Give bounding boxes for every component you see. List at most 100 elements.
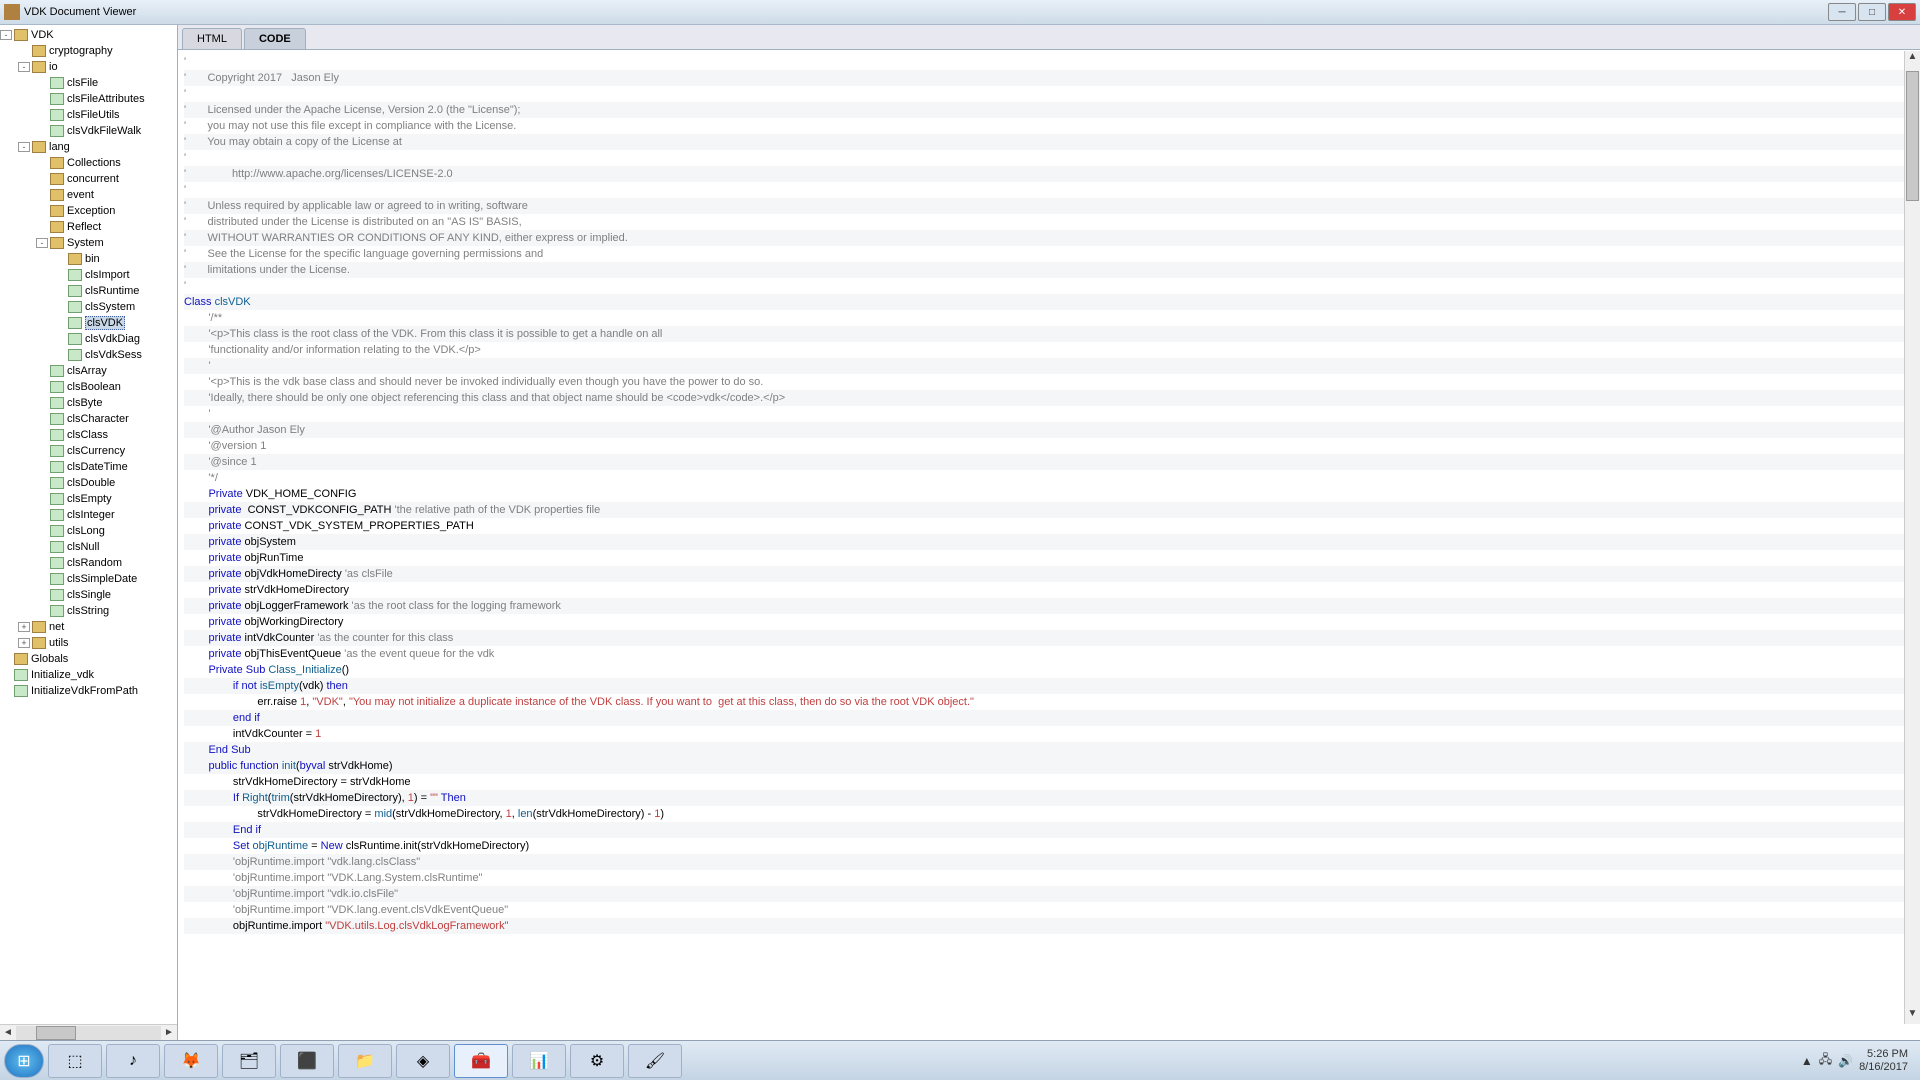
tree-toggle-icon[interactable]: - bbox=[0, 30, 12, 40]
tree-item[interactable]: Initialize_vdk bbox=[0, 667, 177, 683]
code-line: ' bbox=[184, 358, 1914, 374]
file-icon bbox=[50, 509, 64, 521]
taskbar-app-button[interactable]: ⬛ bbox=[280, 1044, 334, 1078]
tree-item[interactable]: clsCurrency bbox=[0, 443, 177, 459]
tree-toggle-icon[interactable]: + bbox=[18, 638, 30, 648]
tree-item[interactable]: clsInteger bbox=[0, 507, 177, 523]
tree-pane: -VDKcryptography-ioclsFileclsFileAttribu… bbox=[0, 25, 178, 1040]
tree-item-label: InitializeVdkFromPath bbox=[31, 685, 138, 697]
tree-item[interactable]: InitializeVdkFromPath bbox=[0, 683, 177, 699]
taskbar-app-button[interactable]: ⬚ bbox=[48, 1044, 102, 1078]
tab-code[interactable]: CODE bbox=[244, 28, 306, 49]
tree-item[interactable]: Reflect bbox=[0, 219, 177, 235]
tree-item[interactable]: clsVdkFileWalk bbox=[0, 123, 177, 139]
close-button[interactable]: ✕ bbox=[1888, 3, 1916, 21]
scroll-up-icon[interactable]: ▲ bbox=[1905, 51, 1920, 67]
taskbar-app-button[interactable]: 🗂 bbox=[222, 1044, 276, 1078]
tree-item[interactable]: -System bbox=[0, 235, 177, 251]
tree-item[interactable]: clsNull bbox=[0, 539, 177, 555]
start-button[interactable]: ⊞ bbox=[4, 1044, 44, 1078]
taskbar-app-button[interactable]: ⚙ bbox=[570, 1044, 624, 1078]
tree-item[interactable]: concurrent bbox=[0, 171, 177, 187]
tree-item[interactable]: clsFile bbox=[0, 75, 177, 91]
code-line: ' bbox=[184, 182, 1914, 198]
tree-hscroll[interactable]: ◄ ► bbox=[0, 1024, 177, 1040]
tree-item[interactable]: clsDateTime bbox=[0, 459, 177, 475]
folder-icon bbox=[32, 45, 46, 57]
tray-network-icon[interactable]: 🖧 bbox=[1819, 1050, 1832, 1071]
maximize-button[interactable]: □ bbox=[1858, 3, 1886, 21]
tree-item[interactable]: clsFileAttributes bbox=[0, 91, 177, 107]
file-icon bbox=[50, 605, 64, 617]
tree-item[interactable]: clsLong bbox=[0, 523, 177, 539]
code-line: private intVdkCounter 'as the counter fo… bbox=[184, 630, 1914, 646]
tree-item[interactable]: clsBoolean bbox=[0, 379, 177, 395]
tree-item[interactable]: clsVdkSess bbox=[0, 347, 177, 363]
tray-volume-icon[interactable]: 🔊 bbox=[1838, 1054, 1853, 1068]
tree-item[interactable]: clsImport bbox=[0, 267, 177, 283]
code-line: ' limitations under the License. bbox=[184, 262, 1914, 278]
tree-item-label: clsArray bbox=[67, 365, 107, 377]
code-vscroll-thumb[interactable] bbox=[1906, 71, 1919, 201]
tree-item[interactable]: Exception bbox=[0, 203, 177, 219]
taskbar-app-button[interactable]: 📁 bbox=[338, 1044, 392, 1078]
tree-item[interactable]: clsClass bbox=[0, 427, 177, 443]
taskbar-app-button[interactable]: 🖌 bbox=[628, 1044, 682, 1078]
taskbar-app-button[interactable]: ◈ bbox=[396, 1044, 450, 1078]
tree-item[interactable]: -io bbox=[0, 59, 177, 75]
tree-item[interactable]: clsVdkDiag bbox=[0, 331, 177, 347]
tree-item[interactable]: clsEmpty bbox=[0, 491, 177, 507]
tree-item-label: clsSingle bbox=[67, 589, 111, 601]
tree-item[interactable]: Collections bbox=[0, 155, 177, 171]
tree-item[interactable]: clsSingle bbox=[0, 587, 177, 603]
tab-html[interactable]: HTML bbox=[182, 28, 242, 49]
tree-item[interactable]: event bbox=[0, 187, 177, 203]
tree-item[interactable]: Globals bbox=[0, 651, 177, 667]
tree-item[interactable]: clsByte bbox=[0, 395, 177, 411]
scroll-right-icon[interactable]: ► bbox=[161, 1027, 177, 1038]
scroll-down-icon[interactable]: ▼ bbox=[1905, 1008, 1920, 1024]
tree-item[interactable]: +net bbox=[0, 619, 177, 635]
tree-item[interactable]: +utils bbox=[0, 635, 177, 651]
tree-item[interactable]: clsSimpleDate bbox=[0, 571, 177, 587]
tree-item[interactable]: cryptography bbox=[0, 43, 177, 59]
tree-item[interactable]: -VDK bbox=[0, 27, 177, 43]
tree-item-label: bin bbox=[85, 253, 100, 265]
code-view[interactable]: '' Copyright 2017 Jason Ely'' Licensed u… bbox=[178, 50, 1920, 1040]
tree-item[interactable]: clsArray bbox=[0, 363, 177, 379]
minimize-button[interactable]: ─ bbox=[1828, 3, 1856, 21]
tree-item[interactable]: clsRandom bbox=[0, 555, 177, 571]
taskbar-app-button[interactable]: 🦊 bbox=[164, 1044, 218, 1078]
tree-toggle-icon[interactable]: - bbox=[18, 62, 30, 72]
tree-item[interactable]: bin bbox=[0, 251, 177, 267]
tree-item[interactable]: clsDouble bbox=[0, 475, 177, 491]
tree-hscroll-thumb[interactable] bbox=[36, 1026, 76, 1040]
taskbar-app-button[interactable]: 📊 bbox=[512, 1044, 566, 1078]
tree-item[interactable]: clsVDK bbox=[0, 315, 177, 331]
folder-icon bbox=[32, 61, 46, 73]
tree-item[interactable]: clsString bbox=[0, 603, 177, 619]
file-icon bbox=[50, 381, 64, 393]
tree-item[interactable]: clsSystem bbox=[0, 299, 177, 315]
tree-item[interactable]: clsFileUtils bbox=[0, 107, 177, 123]
file-icon bbox=[14, 669, 28, 681]
tree-toggle-icon[interactable]: + bbox=[18, 622, 30, 632]
taskbar-clock[interactable]: 5:26 PM 8/16/2017 bbox=[1859, 1048, 1908, 1074]
tray-flag-icon[interactable]: ▲ bbox=[1801, 1054, 1813, 1068]
tree-item[interactable]: clsRuntime bbox=[0, 283, 177, 299]
tree-toggle-icon[interactable]: - bbox=[36, 238, 48, 248]
code-line: 'objRuntime.import "VDK.Lang.System.clsR… bbox=[184, 870, 1914, 886]
tree-item[interactable]: -lang bbox=[0, 139, 177, 155]
tree-item[interactable]: clsCharacter bbox=[0, 411, 177, 427]
taskbar-app-button[interactable]: ♪ bbox=[106, 1044, 160, 1078]
tree-toggle-icon[interactable]: - bbox=[18, 142, 30, 152]
tree-list[interactable]: -VDKcryptography-ioclsFileclsFileAttribu… bbox=[0, 25, 177, 1024]
file-icon bbox=[50, 461, 64, 473]
taskbar-app-button[interactable]: 🧰 bbox=[454, 1044, 508, 1078]
tree-item-label: clsSimpleDate bbox=[67, 573, 137, 585]
system-tray[interactable]: ▲ 🖧 🔊 5:26 PM 8/16/2017 bbox=[1801, 1048, 1916, 1074]
code-line: ' See the License for the specific langu… bbox=[184, 246, 1914, 262]
tree-item-label: clsInteger bbox=[67, 509, 115, 521]
code-vscroll[interactable]: ▲ ▼ bbox=[1904, 51, 1920, 1024]
scroll-left-icon[interactable]: ◄ bbox=[0, 1027, 16, 1038]
